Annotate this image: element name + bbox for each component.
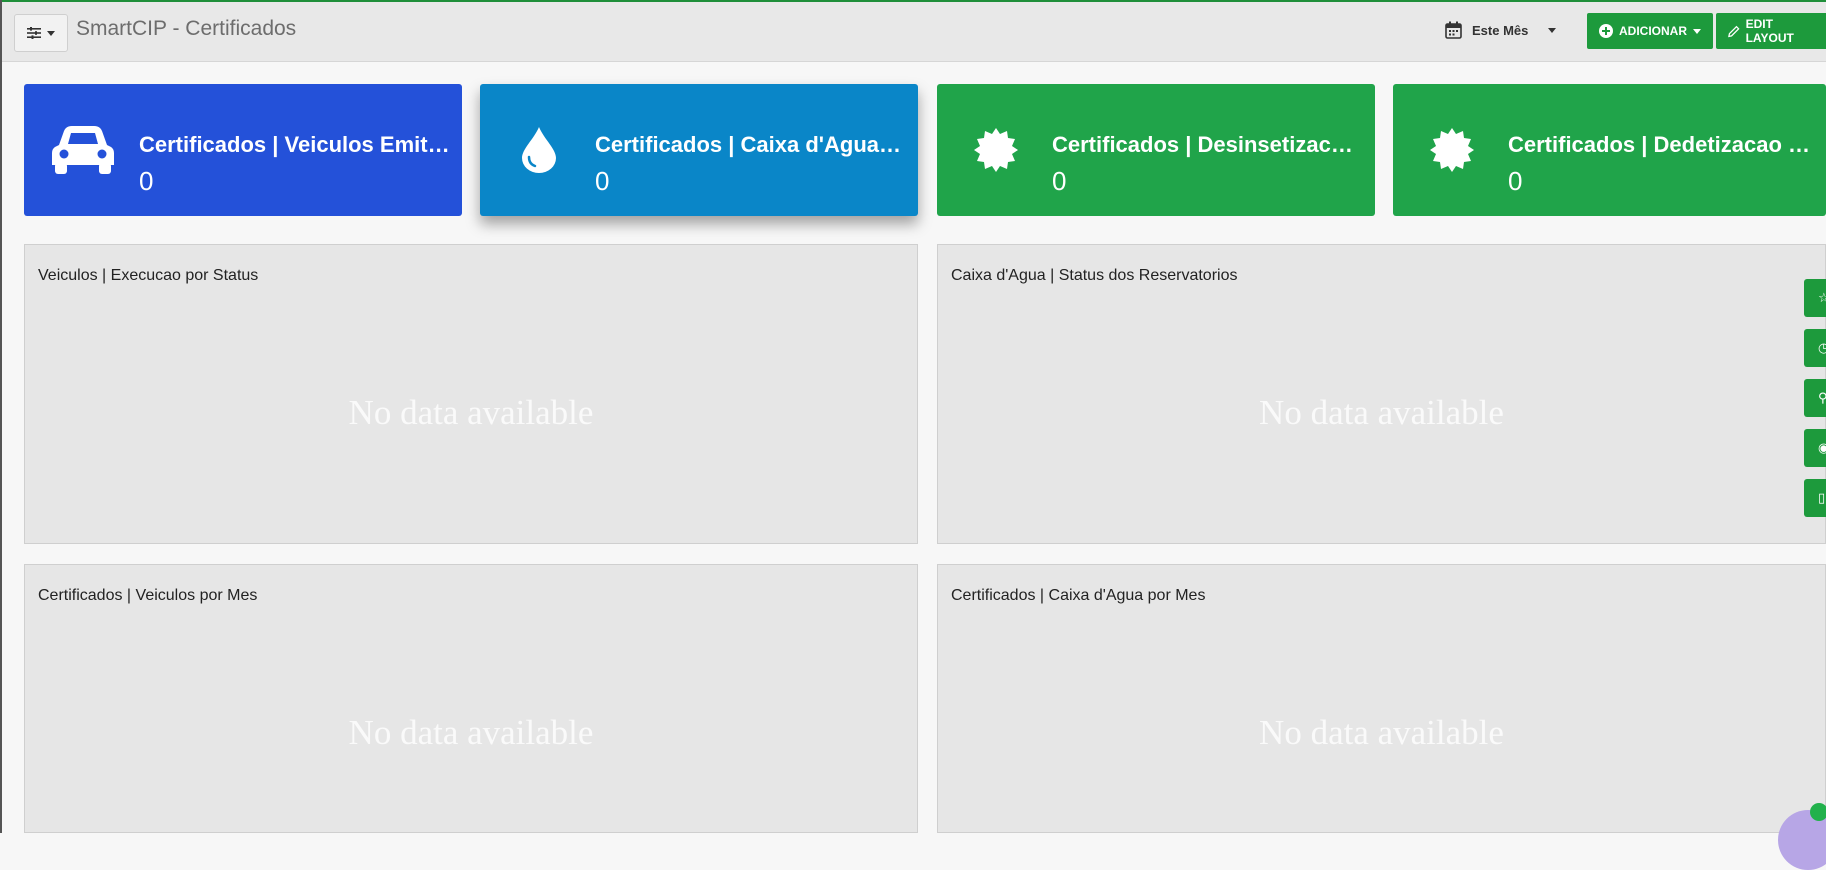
card-title: Certificados | Desinsetizacao Emitidos [1052, 132, 1364, 157]
edit-layout-label: EDIT LAYOUT [1745, 17, 1794, 45]
side-pin-button[interactable]: ⚲ [1804, 379, 1826, 417]
certificate-badge-icon [1421, 120, 1483, 180]
filter-menu-button[interactable] [14, 14, 68, 52]
pencil-icon [1728, 25, 1740, 37]
panel-caixa-mes: Certificados | Caixa d'Agua por Mes No d… [937, 564, 1826, 833]
panel-veiculos-status: Veiculos | Execucao por Status No data a… [24, 244, 918, 544]
top-header: SmartCIP - Certificados Este Mês ADICION… [2, 2, 1826, 62]
card-desinsetizacao[interactable]: Certificados | Desinsetizacao Emitidos 0 [937, 84, 1375, 216]
add-button[interactable]: ADICIONAR [1587, 13, 1713, 49]
card-dedetizacao[interactable]: Certificados | Dedetizacao Emitidos 0 [1393, 84, 1826, 216]
card-title: Certificados | Dedetizacao Emitidos [1508, 132, 1820, 157]
card-veiculos[interactable]: Certificados | Veiculos Emitidos 0 [24, 84, 462, 216]
side-star-button[interactable]: ☆ [1804, 279, 1826, 317]
page-title: SmartCIP - Certificados [76, 17, 297, 40]
no-data-message: No data available [1259, 393, 1504, 432]
card-title: Certificados | Caixa d'Agua Emitidos [595, 132, 907, 157]
date-filter-label: Este Mês [1472, 22, 1529, 38]
car-icon [52, 120, 114, 180]
card-caixa-dagua[interactable]: Certificados | Caixa d'Agua Emitidos 0 [480, 84, 918, 216]
pin-icon: ⚲ [1818, 390, 1826, 405]
clock-icon: ◷ [1818, 340, 1826, 355]
panel-title: Certificados | Veiculos por Mes [38, 587, 258, 604]
no-data-message: No data available [1259, 713, 1504, 752]
card-value: 0 [595, 166, 610, 196]
calendar-icon [1445, 21, 1462, 39]
panel-title: Caixa d'Agua | Status dos Reservatorios [951, 267, 1238, 284]
star-icon: ☆ [1818, 290, 1826, 305]
card-value: 0 [1052, 166, 1067, 196]
panel-title: Certificados | Caixa d'Agua por Mes [951, 587, 1206, 604]
side-eye-button[interactable]: ◉ [1804, 429, 1826, 467]
add-button-label: ADICIONAR [1619, 24, 1687, 38]
no-data-message: No data available [348, 393, 594, 432]
card-value: 0 [1508, 166, 1523, 196]
card-title: Certificados | Veiculos Emitidos [139, 132, 451, 157]
chevron-down-icon [1693, 28, 1701, 34]
chat-online-badge-icon [1810, 803, 1826, 821]
card-value: 0 [139, 166, 154, 196]
chevron-down-icon [1548, 27, 1557, 33]
plus-circle-icon [1599, 24, 1613, 38]
water-drop-icon [508, 120, 570, 180]
panel-caixa-status: Caixa d'Agua | Status dos Reservatorios … [937, 244, 1826, 544]
edit-layout-button[interactable]: EDIT LAYOUT [1716, 13, 1826, 49]
eye-icon: ◉ [1818, 440, 1826, 455]
certificate-badge-icon [965, 120, 1027, 180]
side-document-button[interactable]: ▯ [1804, 479, 1826, 517]
left-border [0, 0, 2, 833]
document-icon: ▯ [1818, 490, 1826, 505]
panel-veiculos-mes: Certificados | Veiculos por Mes No data … [24, 564, 918, 833]
chevron-down-icon [47, 30, 55, 36]
panel-title: Veiculos | Execucao por Status [38, 267, 259, 284]
sliders-icon [27, 27, 41, 39]
side-clock-button[interactable]: ◷ [1804, 329, 1826, 367]
no-data-message: No data available [348, 713, 594, 752]
date-filter-dropdown[interactable]: Este Mês [1445, 15, 1575, 45]
